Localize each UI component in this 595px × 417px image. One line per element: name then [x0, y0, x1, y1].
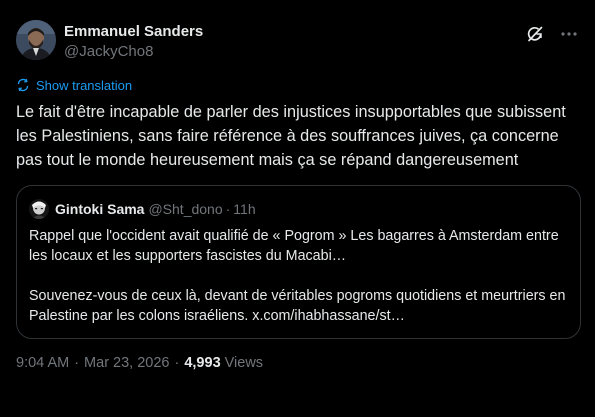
quote-text: Rappel que l'occident avait qualifié de … [29, 226, 568, 326]
quote-paragraph-2: Souvenez-vous de ceux là, devant de véri… [29, 288, 566, 324]
quote-paragraph-gap [29, 266, 568, 286]
quote-timestamp[interactable]: 11h [233, 201, 255, 217]
meta-separator-2: · [174, 355, 180, 371]
post: Emmanuel Sanders @JackyCho8 Show transla… [0, 0, 595, 417]
translate-icon [16, 78, 30, 92]
grok-icon[interactable] [525, 24, 545, 44]
quote-paragraph-1: Rappel que l'occident avait qualifié de … [29, 228, 559, 264]
avatar-image [16, 20, 56, 60]
tweet-text: Le fait d'être incapable de parler des i… [16, 103, 566, 169]
quoted-tweet[interactable]: Gintoki Sama @Sht_dono · 11h Rappel que … [16, 185, 581, 339]
quote-display-name[interactable]: Gintoki Sama [55, 201, 144, 217]
views-label: Views [224, 355, 264, 371]
author-handle[interactable]: @JackyCho8 [64, 42, 203, 62]
author-avatar[interactable] [16, 20, 56, 60]
show-translation[interactable]: Show translation [16, 76, 579, 94]
more-icon[interactable] [559, 24, 579, 44]
views-count: 4,993 [184, 355, 221, 371]
post-date[interactable]: Mar 23, 2026 [84, 355, 169, 371]
post-meta: 9:04 AM · Mar 23, 2026 · 4,993 Views [16, 353, 579, 373]
quote-header: Gintoki Sama @Sht_dono · 11h [29, 198, 568, 220]
show-translation-link[interactable]: Show translation [36, 78, 132, 93]
post-header: Emmanuel Sanders @JackyCho8 [16, 16, 579, 64]
author-info: Emmanuel Sanders @JackyCho8 [64, 22, 203, 62]
quote-handle[interactable]: @Sht_dono [148, 201, 222, 217]
quote-separator: · [225, 201, 231, 217]
post-time[interactable]: 9:04 AM [16, 355, 69, 371]
author-display-name[interactable]: Emmanuel Sanders [64, 22, 203, 42]
header-actions [525, 24, 579, 44]
meta-separator: · [74, 355, 80, 371]
quote-avatar[interactable] [29, 199, 49, 219]
